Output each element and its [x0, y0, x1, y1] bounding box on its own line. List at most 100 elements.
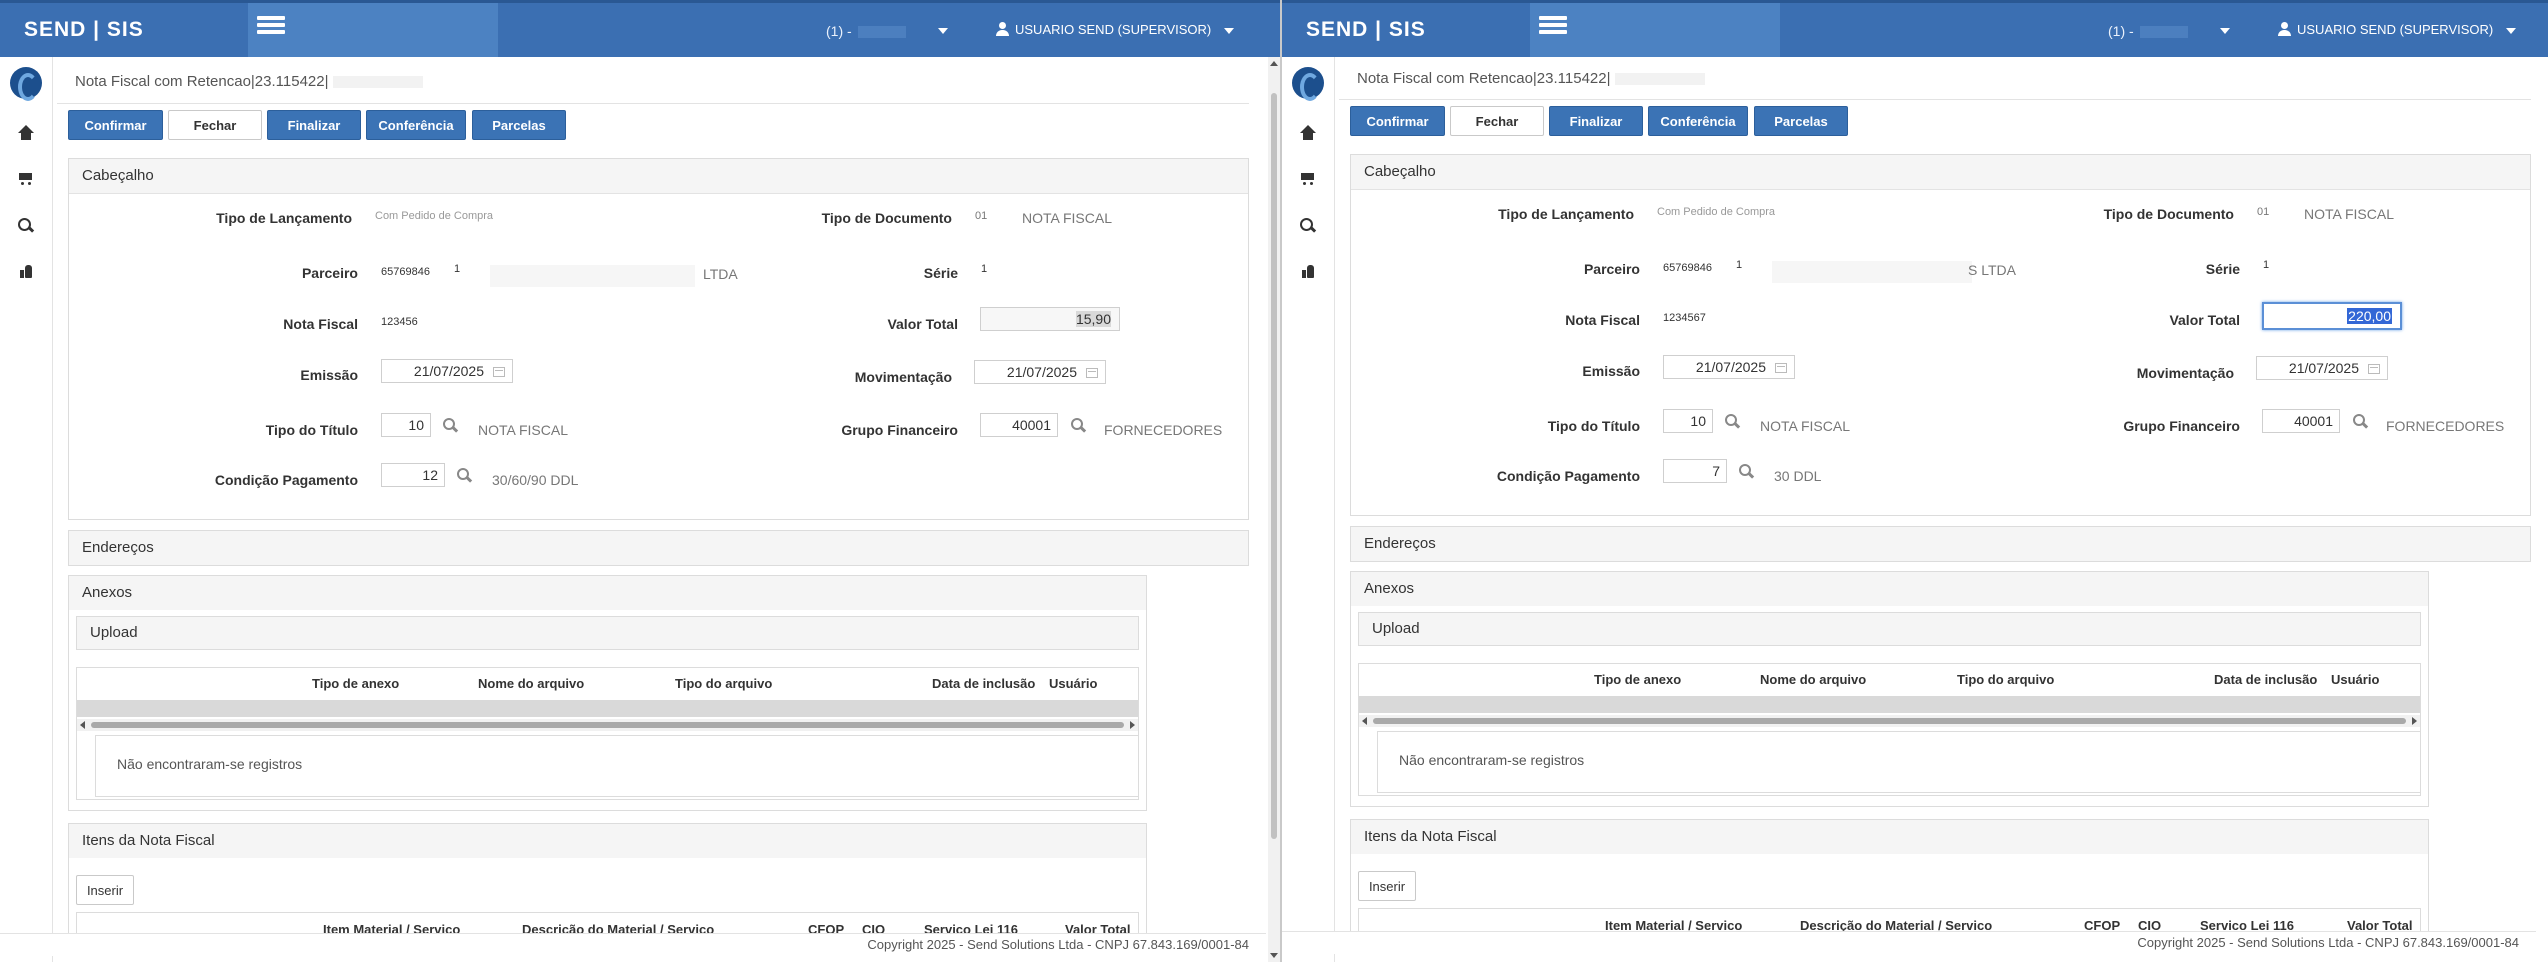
- column-header[interactable]: Data de inclusão: [932, 676, 1035, 691]
- cart-icon[interactable]: [17, 171, 35, 189]
- calendar-icon[interactable]: [2368, 364, 2380, 374]
- column-header[interactable]: Tipo de anexo: [1594, 672, 1681, 687]
- title-type-input[interactable]: 10: [1663, 409, 1713, 433]
- footer: Copyright 2025 - Send Solutions Ltda - C…: [0, 933, 1266, 956]
- app-logo-icon[interactable]: [10, 67, 42, 101]
- title-type-input[interactable]: 10: [381, 413, 431, 437]
- total-value-input[interactable]: 220,00: [2262, 302, 2402, 330]
- conference-button[interactable]: Conferência: [1648, 106, 1748, 136]
- finalize-button[interactable]: Finalizar: [267, 110, 361, 140]
- thumbs-up-icon[interactable]: [17, 263, 35, 281]
- financial-group-name: FORNECEDORES: [1104, 422, 1223, 438]
- horizontal-scrollbar[interactable]: [1359, 715, 2420, 727]
- footer: Copyright 2025 - Send Solutions Ltda - C…: [1282, 931, 2536, 954]
- cart-icon[interactable]: [1299, 171, 1317, 189]
- launch-type-label: Tipo de Lançamento: [216, 210, 352, 226]
- invoice-number-label: Nota Fiscal: [1565, 312, 1640, 328]
- upload-panel[interactable]: Upload: [76, 616, 1139, 650]
- installments-button[interactable]: Parcelas: [472, 110, 566, 140]
- chevron-down-icon[interactable]: [2220, 28, 2230, 34]
- installments-button[interactable]: Parcelas: [1754, 106, 1848, 136]
- column-header[interactable]: Tipo do arquivo: [1957, 672, 2054, 687]
- hamburger-icon: [257, 16, 285, 38]
- title-type-name: NOTA FISCAL: [1760, 418, 1850, 434]
- partner-number: 1: [1736, 259, 1743, 271]
- document-type-label: Tipo de Documento: [2103, 206, 2234, 222]
- search-icon[interactable]: [2353, 414, 2367, 428]
- addresses-panel[interactable]: Endereços: [1350, 526, 2531, 562]
- finalize-button[interactable]: Finalizar: [1549, 106, 1643, 136]
- close-button[interactable]: Fechar: [168, 110, 262, 140]
- insert-button[interactable]: Inserir: [76, 875, 134, 905]
- total-value-label: Valor Total: [887, 316, 958, 332]
- financial-group-input[interactable]: 40001: [980, 413, 1058, 437]
- sidebar: [0, 57, 53, 962]
- payment-condition-input[interactable]: 7: [1663, 459, 1727, 483]
- unit-selector[interactable]: (1) -: [2108, 23, 2194, 39]
- column-header[interactable]: Usuário: [1049, 676, 1097, 691]
- financial-group-label: Grupo Financeiro: [2123, 418, 2240, 434]
- search-icon[interactable]: [1071, 418, 1085, 432]
- confirm-button[interactable]: Confirmar: [68, 110, 163, 140]
- user-menu[interactable]: USUARIO SEND (SUPERVISOR): [996, 22, 1211, 37]
- column-header[interactable]: Nome do arquivo: [478, 676, 584, 691]
- series-value: 1: [981, 263, 988, 275]
- title-type-label: Tipo do Título: [1547, 418, 1640, 434]
- partner-name: LTDA: [703, 266, 738, 282]
- column-header[interactable]: Usuário: [2331, 672, 2379, 687]
- column-header[interactable]: Data de inclusão: [2214, 672, 2317, 687]
- financial-group-input[interactable]: 40001: [2262, 409, 2340, 433]
- payment-condition-name: 30/60/90 DDL: [492, 472, 579, 488]
- chevron-down-icon[interactable]: [938, 28, 948, 34]
- conference-button[interactable]: Conferência: [366, 110, 466, 140]
- panel-title: Anexos: [69, 576, 1146, 610]
- partner-code: 65769846: [1663, 262, 1712, 274]
- total-value-input[interactable]: 15,90: [980, 307, 1120, 331]
- home-icon[interactable]: [17, 125, 35, 143]
- close-button[interactable]: Fechar: [1450, 106, 1544, 136]
- column-header[interactable]: Tipo de anexo: [312, 676, 399, 691]
- search-icon[interactable]: [1725, 414, 1739, 428]
- financial-group-name: FORNECEDORES: [2386, 418, 2505, 434]
- launch-type-value: Com Pedido de Compra: [375, 210, 494, 222]
- menu-toggle[interactable]: [1530, 3, 1780, 57]
- user-menu[interactable]: USUARIO SEND (SUPERVISOR): [2278, 22, 2493, 37]
- calendar-icon[interactable]: [1086, 368, 1098, 378]
- user-icon: [996, 22, 1009, 36]
- document-type-code: 01: [2257, 206, 2270, 218]
- home-icon[interactable]: [1299, 125, 1317, 143]
- empty-message: Não encontraram-se registros: [117, 756, 303, 772]
- insert-button[interactable]: Inserir: [1358, 871, 1416, 901]
- search-icon[interactable]: [443, 418, 457, 432]
- search-icon[interactable]: [1739, 464, 1753, 478]
- chevron-down-icon[interactable]: [2506, 28, 2516, 34]
- search-icon[interactable]: [1299, 217, 1317, 235]
- invoice-number-label: Nota Fiscal: [283, 316, 358, 332]
- panel-title: Anexos: [1351, 572, 2428, 606]
- calendar-icon[interactable]: [1775, 363, 1787, 373]
- search-icon[interactable]: [17, 217, 35, 235]
- addresses-panel[interactable]: Endereços: [68, 530, 1249, 566]
- app-logo-icon[interactable]: [1292, 67, 1324, 101]
- upload-panel[interactable]: Upload: [1358, 612, 2421, 646]
- search-icon[interactable]: [457, 468, 471, 482]
- partner-code: 65769846: [381, 266, 430, 278]
- chevron-down-icon[interactable]: [1224, 28, 1234, 34]
- calendar-icon[interactable]: [493, 367, 505, 377]
- menu-toggle[interactable]: [248, 3, 498, 57]
- payment-condition-name: 30 DDL: [1774, 468, 1822, 484]
- series-label: Série: [2205, 261, 2240, 277]
- payment-condition-label: Condição Pagamento: [214, 472, 358, 488]
- column-header[interactable]: Tipo do arquivo: [675, 676, 772, 691]
- document-type-name: NOTA FISCAL: [1022, 210, 1112, 226]
- window-right: SEND | SIS (1) - USUARIO SEND (SUPERVISO…: [1280, 0, 2548, 962]
- unit-selector[interactable]: (1) -: [826, 23, 912, 39]
- horizontal-scrollbar[interactable]: [77, 719, 1138, 731]
- confirm-button[interactable]: Confirmar: [1350, 106, 1445, 136]
- vertical-scrollbar[interactable]: [1268, 57, 1280, 962]
- thumbs-up-icon[interactable]: [1299, 263, 1317, 281]
- column-header[interactable]: Nome do arquivo: [1760, 672, 1866, 687]
- payment-condition-input[interactable]: 12: [381, 463, 445, 487]
- brand-logo: SEND | SIS: [1306, 18, 1426, 41]
- top-bar: SEND | SIS (1) - USUARIO SEND (SUPERVISO…: [1282, 0, 2548, 57]
